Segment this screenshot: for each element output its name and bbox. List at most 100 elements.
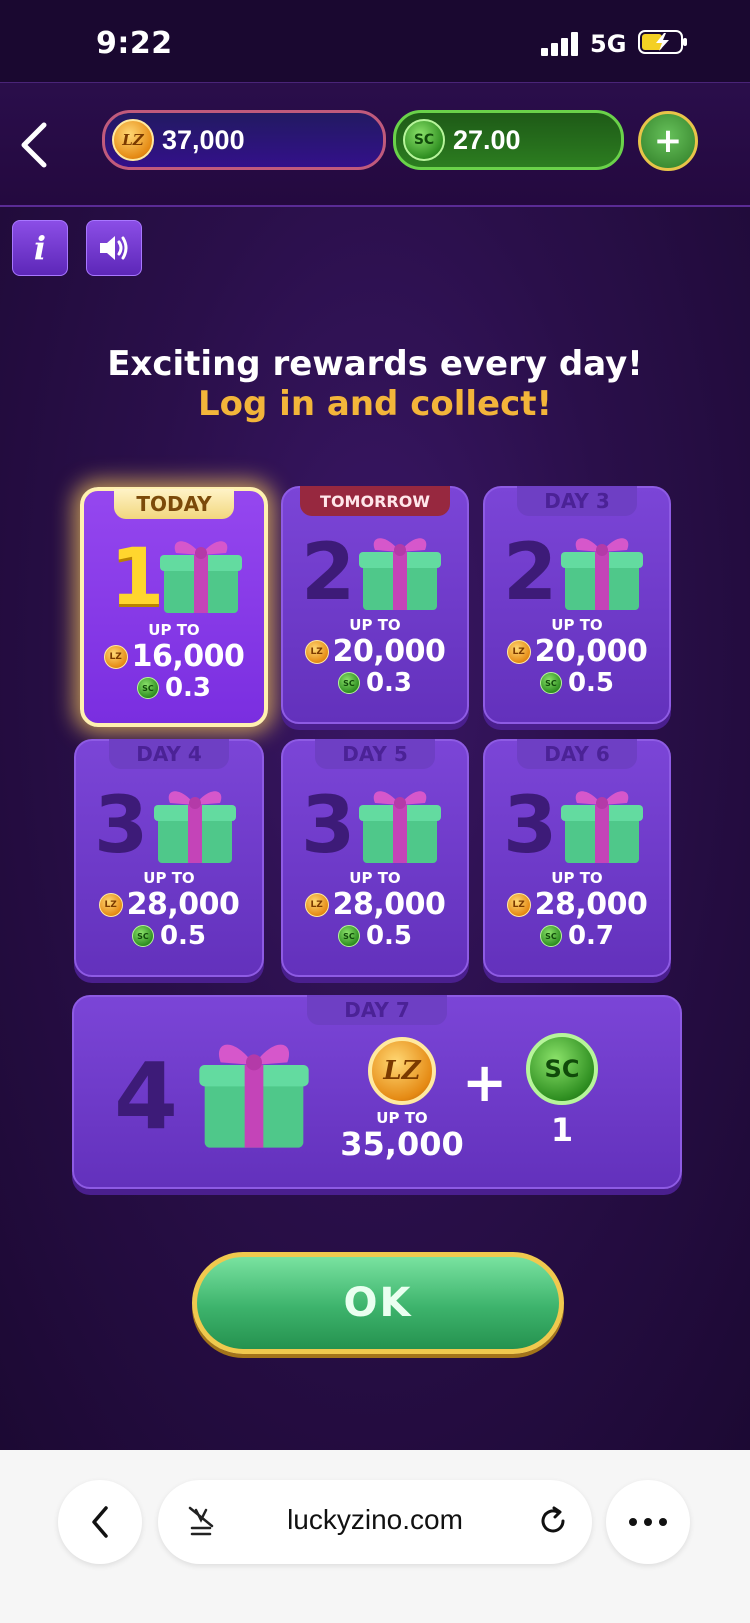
day-number: 2 (301, 528, 356, 618)
day-card-5[interactable]: DAY 5 3 UP TO LZ 28,000 SC 0.5 (281, 739, 469, 977)
network-label: 5G (590, 30, 627, 58)
gift-box-icon (359, 538, 441, 610)
day-tab-label: DAY 5 (315, 739, 435, 769)
sc-coin-large-icon: SC (526, 1033, 598, 1105)
upto-label: UP TO (148, 621, 200, 639)
day-tab-label: DAY 6 (517, 739, 637, 769)
sc-coin-icon: SC (539, 672, 562, 694)
day-number: 3 (301, 781, 356, 871)
lz-coin-icon: LZ (103, 644, 128, 669)
browser-back-button[interactable] (58, 1480, 142, 1564)
coins-reward-row: LZ 16,000 (84, 639, 264, 674)
plus-sign: + (462, 1051, 508, 1114)
coins-reward: 20,000 (534, 634, 648, 669)
sc-reward-row: SC 0.5 (485, 668, 669, 698)
sc-coin-icon: SC (131, 925, 154, 947)
sc-reward: 0.3 (365, 668, 413, 698)
sc-reward-row: SC 0.5 (76, 921, 262, 951)
day-tab-label: TOMORROW (300, 486, 450, 516)
more-options-button[interactable] (606, 1480, 690, 1564)
day-tab-label: DAY 3 (517, 486, 637, 516)
info-button[interactable]: i (12, 220, 68, 276)
game-screen: 9:22 5G LZ 37,000 SC 27.00 + i Exciting … (0, 0, 750, 1450)
sc-coin-icon: SC (403, 119, 445, 161)
coins-reward-row: LZ 28,000 (485, 887, 669, 922)
ellipsis-icon (629, 1518, 667, 1526)
coins-reward: 20,000 (332, 634, 446, 669)
sc-reward: 0.3 (164, 673, 212, 703)
coins-reward: 28,000 (332, 887, 446, 922)
sc-reward-row: SC 0.3 (283, 668, 467, 698)
sc-reward: 0.5 (159, 921, 207, 951)
sc-reward: 0.7 (567, 921, 615, 951)
coins-reward-row: LZ 20,000 (283, 634, 467, 669)
speaker-icon (100, 236, 128, 260)
reload-icon[interactable] (536, 1504, 570, 1538)
day-card-4[interactable]: DAY 4 3 UP TO LZ 28,000 SC 0.5 (74, 739, 264, 977)
sc-balance: 27.00 (453, 124, 521, 155)
gift-box-icon (199, 1044, 309, 1148)
day-card-2[interactable]: TOMORROW 2 UP TO LZ 20,000 SC 0.3 (281, 486, 469, 724)
coins-balance-pill[interactable]: LZ 37,000 (102, 110, 386, 170)
sc-reward: 0.5 (365, 921, 413, 951)
coins-reward: 28,000 (126, 887, 240, 922)
back-chevron-icon[interactable] (14, 119, 54, 171)
upto-label: UP TO (349, 616, 401, 634)
lz-coin-icon: LZ (304, 892, 329, 917)
gift-box-icon (359, 791, 441, 863)
currency-header: LZ 37,000 SC 27.00 + (0, 82, 750, 207)
day-tab-label: TODAY (114, 489, 234, 519)
coins-balance: 37,000 (162, 124, 245, 155)
day-number: 3 (503, 781, 558, 871)
browser-toolbar: luckyzino.com (0, 1450, 750, 1623)
upto-label: UP TO (349, 869, 401, 887)
lz-coin-large-icon: LZ (368, 1037, 436, 1105)
coins-reward: 28,000 (534, 887, 648, 922)
signal-icon (541, 32, 579, 56)
gift-box-icon (160, 541, 242, 613)
sound-button[interactable] (86, 220, 142, 276)
sc-coin-icon: SC (337, 672, 360, 694)
lz-coin-icon: LZ (98, 892, 123, 917)
sc-reward-row: SC 0.7 (485, 921, 669, 951)
sc-balance-pill[interactable]: SC 27.00 (393, 110, 624, 170)
sc-reward: 0.5 (567, 668, 615, 698)
address-bar[interactable]: luckyzino.com (158, 1480, 592, 1564)
sc-reward-row: SC 0.3 (84, 673, 264, 703)
back-chevron-icon (92, 1506, 108, 1538)
gift-box-icon (561, 791, 643, 863)
coins-reward: 35,000 (340, 1125, 464, 1163)
day-number: 2 (503, 528, 558, 618)
day-card-1[interactable]: TODAY 1 UP TO LZ 16,000 SC 0.3 (80, 487, 268, 727)
lz-coin-icon: LZ (304, 639, 329, 664)
url-domain: luckyzino.com (287, 1504, 463, 1535)
upto-label: UP TO (143, 869, 195, 887)
sc-coin-icon: SC (337, 925, 360, 947)
headline-sub: Log in and collect! (197, 384, 552, 424)
lz-coin-icon: LZ (506, 639, 531, 664)
coins-reward: 16,000 (131, 639, 245, 674)
day-card-6[interactable]: DAY 6 3 UP TO LZ 28,000 SC 0.7 (483, 739, 671, 977)
status-bar: 9:22 5G (0, 0, 750, 82)
day-tab-label: DAY 7 (307, 995, 447, 1025)
battery-icon (638, 30, 687, 54)
coins-reward-row: LZ 20,000 (485, 634, 669, 669)
upto-label: UP TO (551, 869, 603, 887)
sc-coin-icon: SC (539, 925, 562, 947)
status-time: 9:22 (96, 26, 173, 61)
add-funds-button[interactable]: + (638, 111, 698, 171)
gift-box-icon (154, 791, 236, 863)
upto-label: UP TO (551, 616, 603, 634)
day-number: 4 (114, 1043, 179, 1150)
sc-reward: 1 (550, 1111, 574, 1149)
lz-coin-icon: LZ (506, 892, 531, 917)
headline-main: Exciting rewards every day! (107, 344, 643, 384)
day-card-7[interactable]: DAY 7 4 LZ UP TO 35,000 + SC 1 (72, 995, 682, 1189)
day-card-3[interactable]: DAY 3 2 UP TO LZ 20,000 SC 0.5 (483, 486, 671, 724)
day-number: 3 (94, 781, 149, 871)
gift-box-icon (561, 538, 643, 610)
coins-reward-row: LZ 28,000 (283, 887, 467, 922)
ok-button[interactable]: OK (192, 1252, 564, 1354)
sc-coin-icon: SC (136, 677, 159, 699)
coins-reward-row: LZ 28,000 (76, 887, 262, 922)
